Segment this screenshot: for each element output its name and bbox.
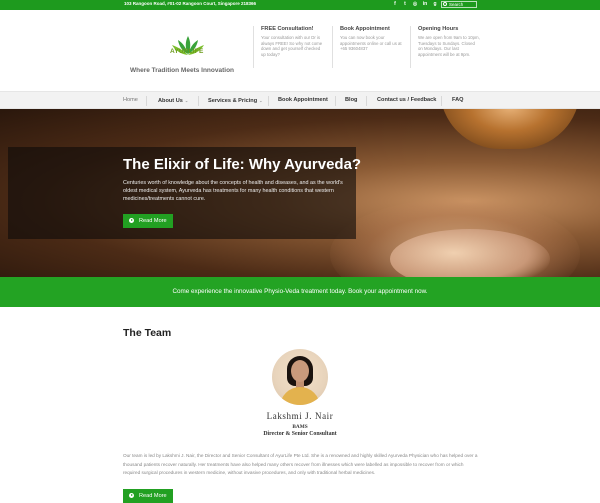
nav-item-home[interactable]: Home: [123, 92, 138, 109]
google-plus-icon[interactable]: g: [432, 1, 438, 8]
nav-label: Services & Pricing: [208, 98, 258, 104]
nav-divider: [198, 96, 199, 106]
button-label: Read More: [139, 493, 167, 499]
team-description: Our team is led by Lakshmi J. Nair, the …: [123, 453, 478, 475]
cta-banner[interactable]: Come experience the innovative Physio-Ve…: [0, 277, 600, 307]
nav-divider: [146, 96, 147, 106]
header-info-title: Book Appointment: [340, 26, 390, 32]
search-icon: [443, 2, 447, 6]
nav-divider: [268, 96, 269, 106]
team-heading: The Team: [123, 327, 172, 339]
member-name: Lakshmi J. Nair: [266, 411, 334, 421]
header-divider: [332, 26, 333, 68]
header-info-text: We are open from 9am to 10pm, Tuesdays t…: [418, 35, 480, 57]
chevron-down-icon: ⌄: [184, 98, 189, 103]
member-degree: BAMS: [292, 424, 308, 430]
avatar-body: [280, 387, 320, 405]
nav-label: Book Appointment: [278, 97, 328, 103]
tagline: Where Tradition Meets Innovation: [130, 67, 235, 74]
header-info-title: FREE Consultation!: [261, 26, 314, 32]
nav-item-about-us[interactable]: About Us ⌄: [158, 92, 188, 109]
nav-item-blog[interactable]: Blog: [345, 92, 357, 109]
nav-divider: [335, 96, 336, 106]
chevron-down-icon: ⌄: [259, 98, 263, 103]
search-placeholder: Search: [449, 2, 464, 7]
header-info-hours: Opening Hours We are open from 9am to 10…: [418, 26, 480, 57]
twitter-icon[interactable]: t: [402, 1, 408, 8]
play-circle-icon: [129, 492, 134, 498]
shirodhara-bowl-image: [440, 109, 580, 149]
nav-item-contact-feedback[interactable]: Contact us / Feedback: [377, 92, 436, 109]
hero-banner: The Elixir of Life: Why Ayurveda? Centur…: [0, 109, 600, 277]
hero-title: The Elixir of Life: Why Ayurveda?: [123, 156, 362, 173]
nav-label: Home: [123, 97, 138, 103]
nav-item-book-appointment[interactable]: Book Appointment: [278, 92, 328, 109]
facebook-icon[interactable]: f: [392, 1, 398, 8]
member-avatar: [272, 349, 328, 405]
hero-read-more-button[interactable]: Read More: [123, 214, 173, 228]
nav-label: About Us: [158, 98, 183, 104]
nav-divider: [366, 96, 367, 106]
address-text: 103 Rangoon Road, #01-02 Rangoon Court, …: [124, 1, 257, 6]
social-links: f t ◎ in g: [392, 1, 438, 8]
avatar-face: [291, 360, 309, 382]
button-label: Read More: [139, 218, 167, 224]
nav-item-services-pricing[interactable]: Services & Pricing ⌄: [208, 92, 263, 109]
header-info-appointment: Book Appointment You can now book your a…: [340, 26, 402, 52]
top-bar: 103 Rangoon Road, #01-02 Rangoon Court, …: [0, 0, 600, 10]
play-circle-icon: [129, 217, 134, 223]
nav-divider: [441, 96, 442, 106]
header-divider: [410, 26, 411, 68]
cta-text[interactable]: Come experience the innovative Physio-Ve…: [0, 288, 600, 295]
nav-label: Blog: [345, 97, 358, 103]
header-info-text: Your consultation with our Dr is always …: [261, 35, 323, 57]
team-read-more-button[interactable]: Read More: [123, 489, 173, 503]
instagram-icon[interactable]: ◎: [412, 1, 418, 8]
header-info-title: Opening Hours: [418, 26, 459, 32]
nav-label: Contact us / Feedback: [377, 97, 437, 103]
hero-text: Centuries worth of knowledge about the c…: [123, 180, 343, 202]
logo-text[interactable]: AYURLIFE: [170, 48, 204, 55]
header-divider: [253, 26, 254, 68]
nav-item-faq[interactable]: FAQ: [452, 92, 464, 109]
header-info-consultation: FREE Consultation! Your consultation wit…: [261, 26, 323, 57]
linkedin-icon[interactable]: in: [422, 1, 428, 8]
header-info-text: You can now book your appointments onlin…: [340, 35, 402, 52]
search-input[interactable]: Search: [441, 1, 477, 8]
member-role: Director & Senior Consultant: [263, 431, 337, 437]
nav-label: FAQ: [452, 97, 464, 103]
main-nav: Home About Us ⌄ Services & Pricing ⌄ Book …: [0, 91, 600, 109]
